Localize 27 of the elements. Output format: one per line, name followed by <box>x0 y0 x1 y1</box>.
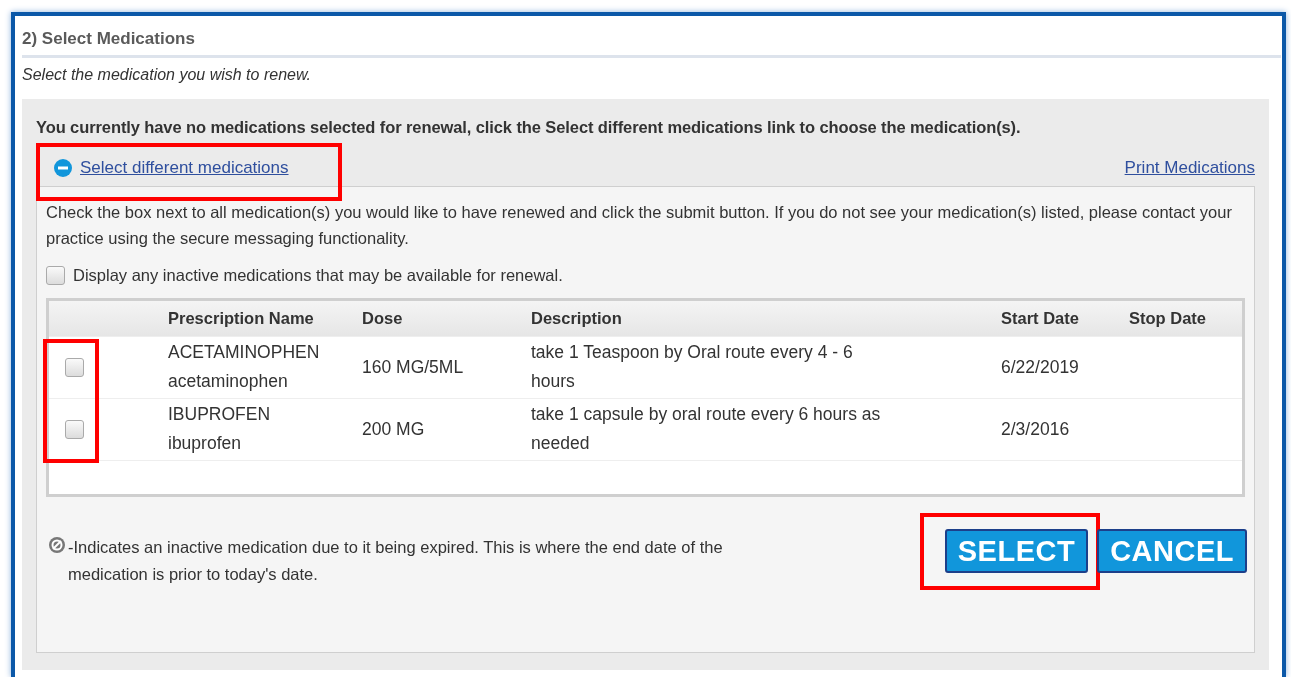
column-header: Prescription Name <box>168 307 315 329</box>
notice-text: You currently have no medications selected for renewal, click the Select different medications link to choose the medication(s). <box>36 116 1022 138</box>
column-header: Stop Date <box>1129 307 1207 329</box>
checkbox[interactable] <box>65 357 84 377</box>
table-cell-text: ACETAMINOPHEN <box>168 341 321 364</box>
table-cell-text: take 1 capsule by oral route every 6 hours as needed <box>531 403 882 455</box>
legend-text: -Indicates an inactive medication due to it being expired. This is where the end date of the medication is prior to today's date. <box>68 536 724 585</box>
table-cell-text: 2/3/2016 <box>1001 417 1071 441</box>
column-header: Start Date <box>1001 307 1080 329</box>
table-cell-text: IBUPROFEN <box>168 403 272 426</box>
checkbox[interactable] <box>65 419 84 439</box>
table-cell-text: ibuprofen <box>168 432 242 455</box>
column-header: Description <box>531 307 623 329</box>
select-medications-link[interactable]: Select different medications <box>80 155 289 181</box>
table-cell-text: 200 MG <box>362 417 426 441</box>
section-title: 2) Select Medications <box>22 26 1281 58</box>
section-subtitle: Select the medication you wish to renew. <box>22 64 313 85</box>
collapse-icon[interactable] <box>54 159 72 177</box>
table-cell-text: 6/22/2019 <box>1001 355 1080 379</box>
column-header: Dose <box>362 307 404 329</box>
checkbox-label: Display any inactive medications that may be available for renewal. <box>73 264 563 286</box>
table-cell-text: 160 MG/5ML <box>362 355 465 379</box>
print-medications-link[interactable]: Print Medications <box>1124 155 1255 184</box>
inactive-icon <box>48 535 66 554</box>
checkbox[interactable] <box>46 265 65 285</box>
table-cell-text: acetaminophen <box>168 370 289 393</box>
help-text: Check the box next to all medication(s) you would like to have renewed and click the submit button. If you do not see your medication(s) listed, please contact your practice using the secure messaging functionality. <box>46 201 1233 249</box>
